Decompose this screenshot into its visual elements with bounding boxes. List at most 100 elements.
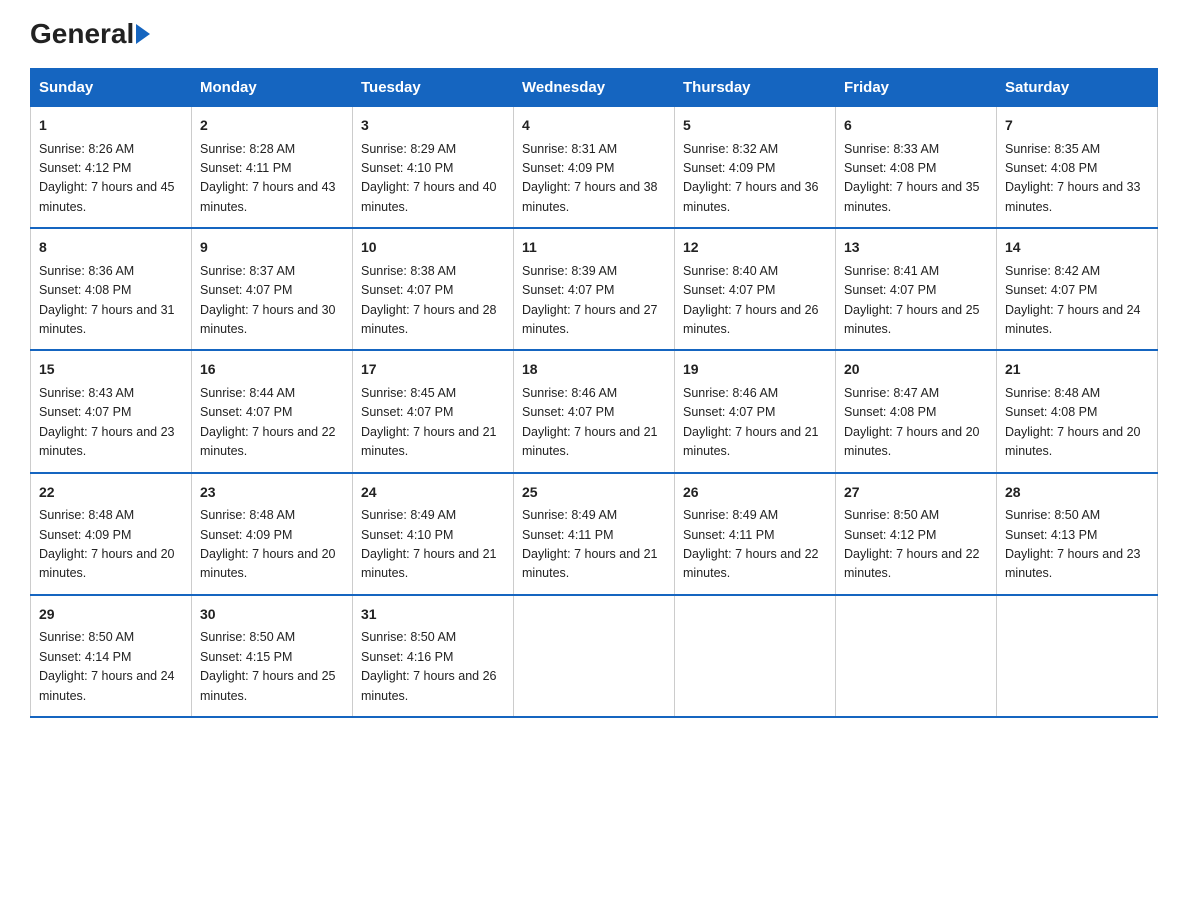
day-info: Sunrise: 8:36 AMSunset: 4:08 PMDaylight:… [39, 264, 175, 336]
week-row-3: 15 Sunrise: 8:43 AMSunset: 4:07 PMDayligh… [31, 350, 1158, 472]
calendar-cell: 31 Sunrise: 8:50 AMSunset: 4:16 PMDayligh… [353, 595, 514, 717]
day-info: Sunrise: 8:38 AMSunset: 4:07 PMDaylight:… [361, 264, 497, 336]
logo-arrow-icon [136, 24, 150, 44]
day-number: 23 [200, 482, 344, 504]
day-info: Sunrise: 8:50 AMSunset: 4:16 PMDaylight:… [361, 630, 497, 702]
calendar-cell: 23Sunrise: 8:48 AMSunset: 4:09 PMDayligh… [192, 473, 353, 595]
day-number: 31 [361, 604, 505, 626]
day-number: 19 [683, 359, 827, 381]
calendar-cell: 22 Sunrise: 8:48 AMSunset: 4:09 PMDayligh… [31, 473, 192, 595]
col-header-wednesday: Wednesday [514, 69, 675, 107]
day-number: 22 [39, 482, 183, 504]
day-number: 12 [683, 237, 827, 259]
calendar-cell: 12 Sunrise: 8:40 AMSunset: 4:07 PMDayligh… [675, 228, 836, 350]
day-number: 29 [39, 604, 183, 626]
calendar-cell: 26 Sunrise: 8:49 AMSunset: 4:11 PMDayligh… [675, 473, 836, 595]
calendar-cell: 16 Sunrise: 8:44 AMSunset: 4:07 PMDayligh… [192, 350, 353, 472]
week-row-4: 22 Sunrise: 8:48 AMSunset: 4:09 PMDayligh… [31, 473, 1158, 595]
calendar-cell: 28 Sunrise: 8:50 AMSunset: 4:13 PMDayligh… [997, 473, 1158, 595]
day-info: Sunrise: 8:37 AMSunset: 4:07 PMDaylight:… [200, 264, 336, 336]
day-number: 28 [1005, 482, 1149, 504]
day-info: Sunrise: 8:39 AMSunset: 4:07 PMDaylight:… [522, 264, 658, 336]
week-row-1: 1 Sunrise: 8:26 AMSunset: 4:12 PMDaylight… [31, 107, 1158, 229]
day-info: Sunrise: 8:48 AMSunset: 4:08 PMDaylight:… [1005, 386, 1141, 458]
calendar-cell: 21 Sunrise: 8:48 AMSunset: 4:08 PMDayligh… [997, 350, 1158, 472]
day-number: 16 [200, 359, 344, 381]
day-number: 4 [522, 115, 666, 137]
day-info: Sunrise: 8:31 AMSunset: 4:09 PMDaylight:… [522, 142, 658, 214]
day-info: Sunrise: 8:49 AMSunset: 4:11 PMDaylight:… [683, 508, 819, 580]
calendar-cell: 15 Sunrise: 8:43 AMSunset: 4:07 PMDayligh… [31, 350, 192, 472]
logo-general: General [30, 20, 134, 48]
calendar-cell: 8 Sunrise: 8:36 AMSunset: 4:08 PMDaylight… [31, 228, 192, 350]
calendar-cell: 27 Sunrise: 8:50 AMSunset: 4:12 PMDayligh… [836, 473, 997, 595]
calendar-cell: 3Sunrise: 8:29 AMSunset: 4:10 PMDaylight… [353, 107, 514, 229]
calendar-cell: 11 Sunrise: 8:39 AMSunset: 4:07 PMDayligh… [514, 228, 675, 350]
calendar-cell: 7 Sunrise: 8:35 AMSunset: 4:08 PMDaylight… [997, 107, 1158, 229]
day-number: 13 [844, 237, 988, 259]
day-number: 3 [361, 115, 505, 137]
day-number: 2 [200, 115, 344, 137]
day-number: 5 [683, 115, 827, 137]
day-number: 21 [1005, 359, 1149, 381]
day-number: 1 [39, 115, 183, 137]
day-info: Sunrise: 8:45 AMSunset: 4:07 PMDaylight:… [361, 386, 497, 458]
logo: General [30, 20, 150, 48]
col-header-thursday: Thursday [675, 69, 836, 107]
day-number: 20 [844, 359, 988, 381]
day-info: Sunrise: 8:43 AMSunset: 4:07 PMDaylight:… [39, 386, 175, 458]
day-info: Sunrise: 8:50 AMSunset: 4:15 PMDaylight:… [200, 630, 336, 702]
day-info: Sunrise: 8:46 AMSunset: 4:07 PMDaylight:… [683, 386, 819, 458]
calendar-cell: 4 Sunrise: 8:31 AMSunset: 4:09 PMDaylight… [514, 107, 675, 229]
calendar-cell: 10Sunrise: 8:38 AMSunset: 4:07 PMDayligh… [353, 228, 514, 350]
header-row: SundayMondayTuesdayWednesdayThursdayFrid… [31, 69, 1158, 107]
day-info: Sunrise: 8:28 AMSunset: 4:11 PMDaylight:… [200, 142, 336, 214]
col-header-saturday: Saturday [997, 69, 1158, 107]
calendar-cell: 30 Sunrise: 8:50 AMSunset: 4:15 PMDayligh… [192, 595, 353, 717]
day-info: Sunrise: 8:50 AMSunset: 4:13 PMDaylight:… [1005, 508, 1141, 580]
day-info: Sunrise: 8:46 AMSunset: 4:07 PMDaylight:… [522, 386, 658, 458]
calendar-cell [997, 595, 1158, 717]
day-number: 11 [522, 237, 666, 259]
day-number: 7 [1005, 115, 1149, 137]
day-info: Sunrise: 8:32 AMSunset: 4:09 PMDaylight:… [683, 142, 819, 214]
day-number: 8 [39, 237, 183, 259]
calendar-cell: 29 Sunrise: 8:50 AMSunset: 4:14 PMDayligh… [31, 595, 192, 717]
col-header-sunday: Sunday [31, 69, 192, 107]
day-info: Sunrise: 8:48 AMSunset: 4:09 PMDaylight:… [39, 508, 175, 580]
day-number: 6 [844, 115, 988, 137]
calendar-cell: 6 Sunrise: 8:33 AMSunset: 4:08 PMDaylight… [836, 107, 997, 229]
calendar-cell [675, 595, 836, 717]
day-info: Sunrise: 8:49 AMSunset: 4:11 PMDaylight:… [522, 508, 658, 580]
day-number: 17 [361, 359, 505, 381]
calendar-cell: 18 Sunrise: 8:46 AMSunset: 4:07 PMDayligh… [514, 350, 675, 472]
day-info: Sunrise: 8:33 AMSunset: 4:08 PMDaylight:… [844, 142, 980, 214]
day-number: 24 [361, 482, 505, 504]
calendar-cell: 2 Sunrise: 8:28 AMSunset: 4:11 PMDaylight… [192, 107, 353, 229]
col-header-friday: Friday [836, 69, 997, 107]
calendar-cell: 25Sunrise: 8:49 AMSunset: 4:11 PMDayligh… [514, 473, 675, 595]
day-number: 18 [522, 359, 666, 381]
day-info: Sunrise: 8:40 AMSunset: 4:07 PMDaylight:… [683, 264, 819, 336]
calendar-cell: 13 Sunrise: 8:41 AMSunset: 4:07 PMDayligh… [836, 228, 997, 350]
day-number: 15 [39, 359, 183, 381]
calendar-cell [836, 595, 997, 717]
day-info: Sunrise: 8:44 AMSunset: 4:07 PMDaylight:… [200, 386, 336, 458]
day-info: Sunrise: 8:50 AMSunset: 4:14 PMDaylight:… [39, 630, 175, 702]
day-number: 27 [844, 482, 988, 504]
day-info: Sunrise: 8:41 AMSunset: 4:07 PMDaylight:… [844, 264, 980, 336]
col-header-monday: Monday [192, 69, 353, 107]
calendar-cell: 19 Sunrise: 8:46 AMSunset: 4:07 PMDayligh… [675, 350, 836, 472]
day-info: Sunrise: 8:47 AMSunset: 4:08 PMDaylight:… [844, 386, 980, 458]
week-row-5: 29 Sunrise: 8:50 AMSunset: 4:14 PMDayligh… [31, 595, 1158, 717]
day-info: Sunrise: 8:35 AMSunset: 4:08 PMDaylight:… [1005, 142, 1141, 214]
day-info: Sunrise: 8:49 AMSunset: 4:10 PMDaylight:… [361, 508, 497, 580]
day-info: Sunrise: 8:42 AMSunset: 4:07 PMDaylight:… [1005, 264, 1141, 336]
calendar-cell: 14Sunrise: 8:42 AMSunset: 4:07 PMDayligh… [997, 228, 1158, 350]
day-number: 30 [200, 604, 344, 626]
day-number: 26 [683, 482, 827, 504]
day-number: 9 [200, 237, 344, 259]
day-info: Sunrise: 8:26 AMSunset: 4:12 PMDaylight:… [39, 142, 175, 214]
page-header: General [30, 20, 1158, 48]
day-info: Sunrise: 8:50 AMSunset: 4:12 PMDaylight:… [844, 508, 980, 580]
